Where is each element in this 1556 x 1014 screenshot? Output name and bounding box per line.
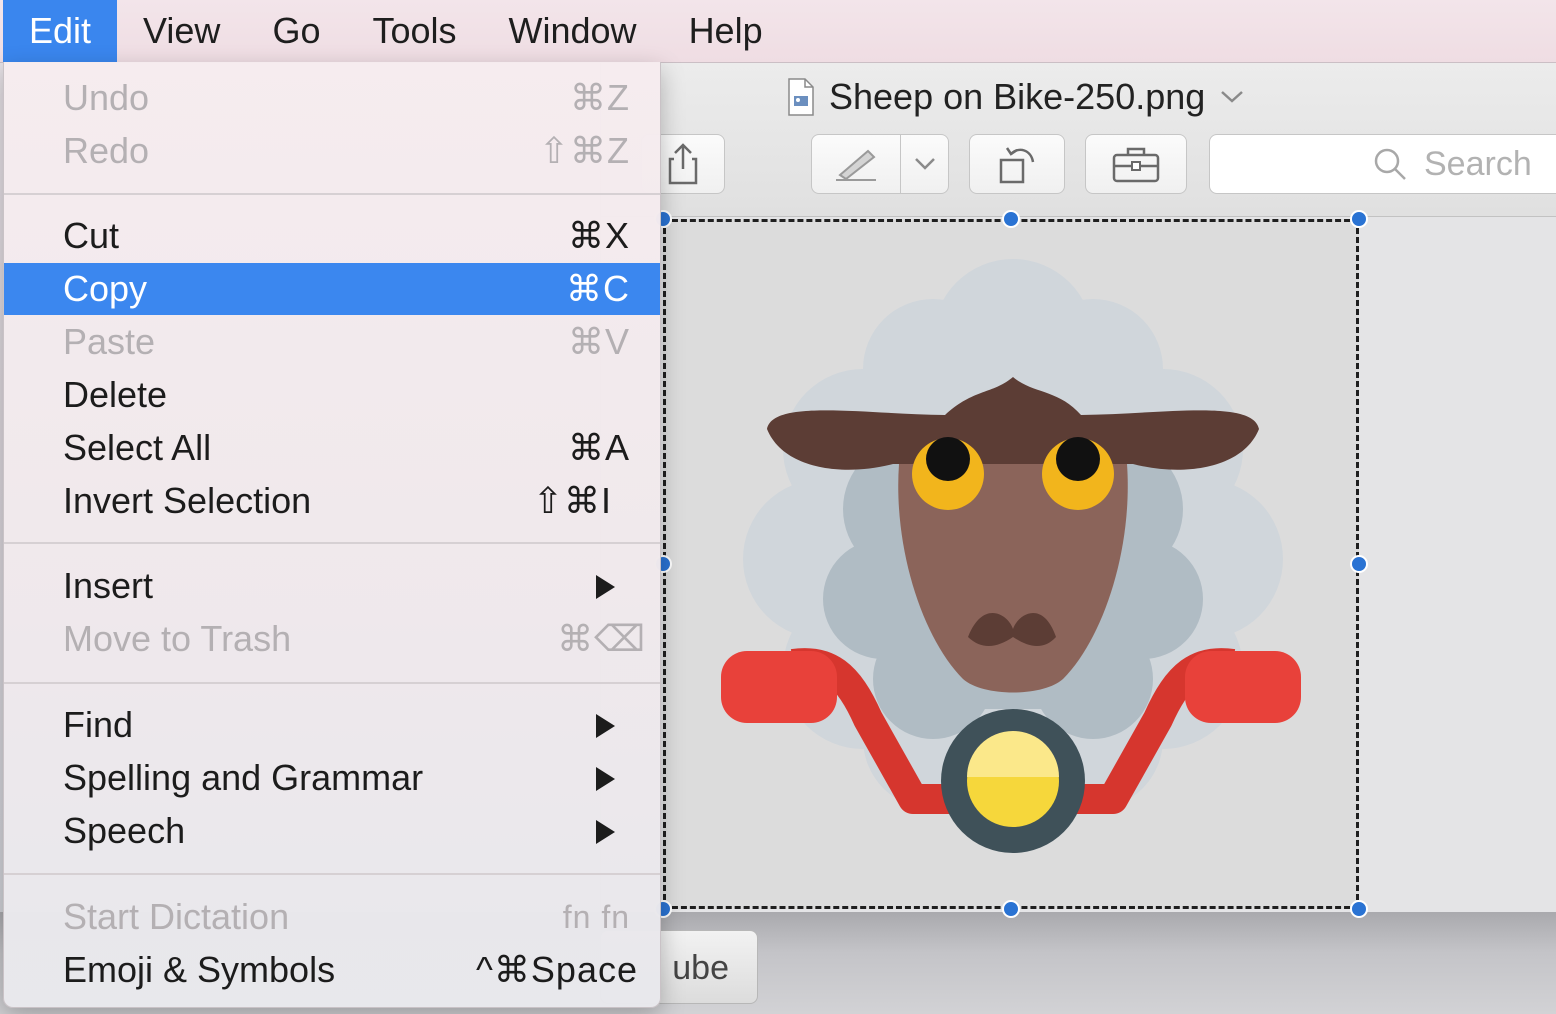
menu-separator [4, 193, 660, 195]
search-field[interactable] [1209, 134, 1556, 194]
menu-window[interactable]: Window [483, 0, 663, 62]
menu-item-spelling-and-grammar[interactable]: Spelling and Grammar [4, 752, 660, 804]
menu-separator [4, 682, 660, 684]
menu-item-label: Move to Trash [63, 618, 292, 659]
selection-handle-bottom-right[interactable] [1350, 900, 1368, 918]
search-icon [1374, 148, 1406, 180]
rotate-button[interactable] [969, 134, 1065, 194]
menu-item-label: Cut [63, 215, 120, 256]
menu-item-label: Redo [63, 130, 150, 171]
menu-item-label: Speech [63, 810, 186, 851]
menu-item-delete[interactable]: Delete [4, 369, 660, 421]
selection-handle-right[interactable] [1350, 555, 1368, 573]
share-icon [668, 143, 698, 185]
menu-item-label: Select All [63, 427, 212, 468]
menu-item-shortcut: fn fn [562, 899, 630, 935]
menu-go[interactable]: Go [246, 0, 346, 62]
menu-item-shortcut: ⌘C [566, 268, 630, 309]
menu-item-select-all[interactable]: Select All ⌘A [4, 422, 660, 474]
menu-item-shortcut: ⌘A [567, 427, 630, 468]
menu-item-label: Start Dictation [63, 896, 290, 937]
preview-window: Sheep on Bike-250.png [600, 62, 1556, 918]
menu-tools[interactable]: Tools [346, 0, 482, 62]
menu-item-shortcut: ^⌘Space [476, 949, 638, 990]
image-canvas [601, 210, 1556, 918]
submenu-arrow-icon [596, 575, 615, 599]
menu-item-label: Emoji & Symbols [63, 949, 336, 990]
selection-rectangle[interactable] [663, 219, 1359, 909]
window-toolbar: Sheep on Bike-250.png [601, 62, 1556, 217]
menu-item-paste[interactable]: Paste ⌘V [4, 316, 660, 368]
toolbox-button[interactable] [1085, 134, 1187, 194]
menu-separator [4, 542, 660, 544]
selection-handle-top-right[interactable] [1350, 210, 1368, 228]
menu-item-label: Find [63, 704, 134, 745]
submenu-arrow-icon [596, 714, 615, 738]
menu-item-label: Spelling and Grammar [63, 757, 424, 798]
chevron-down-icon[interactable] [1219, 89, 1245, 105]
menu-view[interactable]: View [117, 0, 246, 62]
menu-item-shortcut: ⌘Z [570, 77, 630, 118]
menu-item-shortcut: ⌘⌫ [557, 618, 646, 659]
markup-button[interactable] [811, 134, 949, 194]
selection-handle-top[interactable] [1002, 210, 1020, 228]
menu-item-cut[interactable]: Cut ⌘X [4, 210, 660, 262]
menu-item-emoji-and-symbols[interactable]: Emoji & Symbols ^⌘Space [4, 944, 660, 996]
menu-item-copy[interactable]: Copy ⌘C [4, 263, 660, 315]
menu-item-redo[interactable]: Redo ⇧⌘Z [4, 125, 660, 177]
menu-help[interactable]: Help [663, 0, 789, 62]
edit-menu: Undo ⌘Z Redo ⇧⌘Z Cut ⌘X Copy ⌘C Paste ⌘V… [3, 62, 661, 1008]
rotate-icon [999, 147, 1035, 184]
menu-item-undo[interactable]: Undo ⌘Z [4, 72, 660, 124]
menu-item-label: Copy [63, 268, 148, 309]
menu-item-invert-selection[interactable]: Invert Selection ⇧⌘I [4, 475, 660, 527]
menu-item-label: Undo [63, 77, 150, 118]
menu-item-speech[interactable]: Speech [4, 805, 660, 857]
menu-item-find[interactable]: Find [4, 699, 660, 751]
menu-item-label: Delete [63, 374, 168, 415]
menu-item-shortcut: ⌘V [567, 321, 630, 362]
submenu-arrow-icon [596, 767, 615, 791]
menu-separator [4, 873, 660, 875]
toolbox-icon [1112, 147, 1160, 183]
pen-markup-icon [836, 149, 876, 181]
menu-item-move-to-trash[interactable]: Move to Trash ⌘⌫ [4, 613, 660, 665]
search-input[interactable] [1422, 143, 1546, 185]
menu-item-shortcut: ⇧⌘Z [538, 130, 630, 171]
menu-bar: Edit View Go Tools Window Help [0, 0, 1556, 63]
menu-item-start-dictation[interactable]: Start Dictation fn fn [4, 891, 660, 943]
menu-edit[interactable]: Edit [3, 0, 118, 62]
chevron-down-icon [914, 158, 935, 170]
selection-handle-bottom[interactable] [1002, 900, 1020, 918]
document-title-text: Sheep on Bike-250.png [829, 76, 1206, 117]
png-file-icon [788, 78, 814, 116]
submenu-arrow-icon [596, 820, 615, 844]
menu-item-label: Paste [63, 321, 156, 362]
menu-item-insert[interactable]: Insert [4, 560, 660, 612]
document-title[interactable]: Sheep on Bike-250.png [787, 72, 1245, 122]
menu-item-shortcut: ⌘X [567, 215, 630, 256]
menu-item-label: Insert [63, 565, 154, 606]
menu-item-label: Invert Selection [63, 480, 312, 521]
menu-item-shortcut: ⇧⌘I [532, 480, 612, 521]
